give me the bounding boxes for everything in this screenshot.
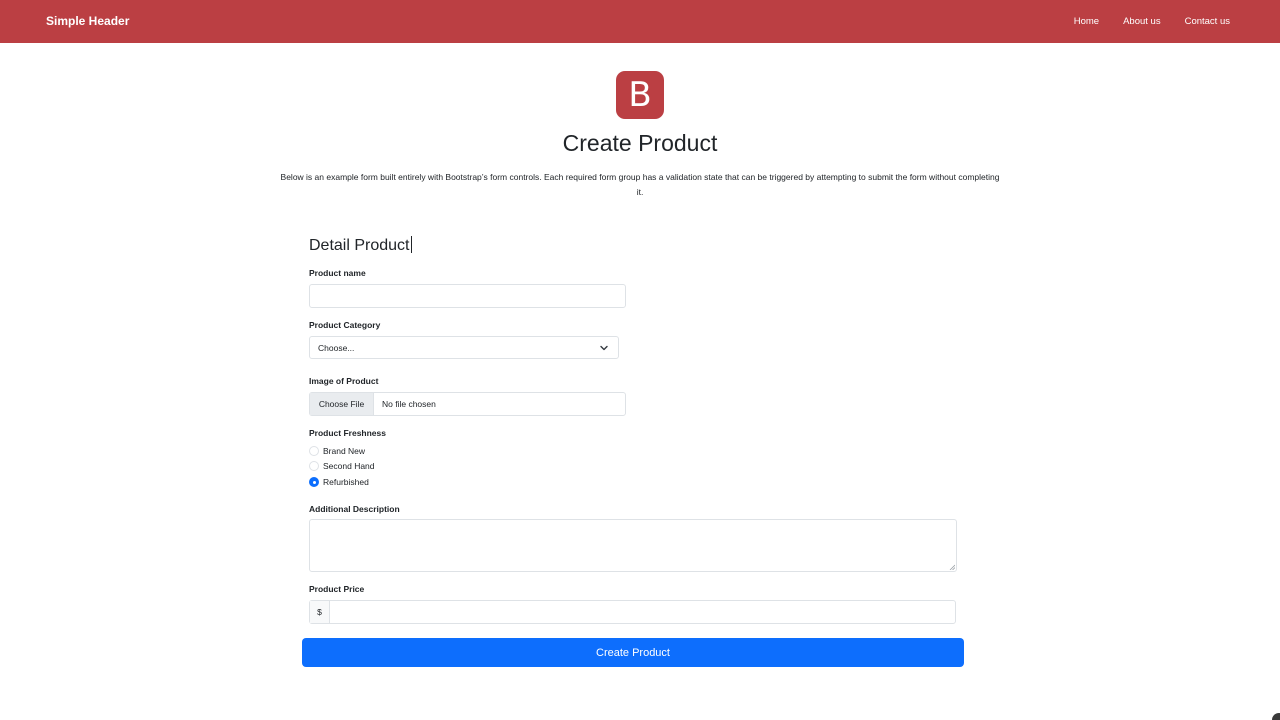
radio-button[interactable] xyxy=(309,461,319,471)
product-name-label: Product name xyxy=(309,268,366,278)
product-price-label: Product Price xyxy=(309,584,365,594)
nav-home-link[interactable]: Home xyxy=(1074,16,1099,27)
resize-grip-icon[interactable] xyxy=(949,564,955,570)
radio-label: Refurbished xyxy=(323,477,369,487)
radio-button[interactable] xyxy=(309,446,319,456)
nav-links: Home About us Contact us xyxy=(1074,16,1230,27)
radio-label: Brand New xyxy=(323,446,366,456)
navbar: Simple Header Home About us Contact us xyxy=(0,0,1280,43)
nav-contact-link[interactable]: Contact us xyxy=(1185,16,1230,27)
product-category-label: Product Category xyxy=(309,320,381,330)
create-product-button[interactable]: Create Product xyxy=(302,638,964,667)
bootstrap-logo-icon: B xyxy=(616,71,664,119)
page-description: Below is an example form built entirely … xyxy=(280,172,1000,197)
image-file-input[interactable]: Choose File No file chosen xyxy=(309,392,626,416)
section-title-text: Detail Product xyxy=(309,237,410,254)
radio-refurbished[interactable]: Refurbished xyxy=(309,477,369,487)
radio-second-hand[interactable]: Second Hand xyxy=(309,461,375,471)
file-status: No file chosen xyxy=(382,399,436,409)
product-category-selected: Choose... xyxy=(318,343,355,353)
section-title: Detail Product xyxy=(309,236,412,255)
product-category-select[interactable]: Choose... xyxy=(309,336,619,359)
radio-button-checked[interactable] xyxy=(309,477,319,487)
text-cursor xyxy=(410,236,412,253)
choose-file-button[interactable]: Choose File xyxy=(310,393,374,415)
floating-widget-icon[interactable] xyxy=(1272,713,1280,720)
product-name-input[interactable] xyxy=(309,284,626,308)
nav-about-link[interactable]: About us xyxy=(1123,16,1161,27)
currency-prefix: $ xyxy=(310,601,330,623)
price-input-group: $ xyxy=(309,600,956,624)
chevron-down-icon xyxy=(600,345,608,351)
description-label: Additional Description xyxy=(309,504,400,514)
page-title: Create Product xyxy=(562,130,718,156)
logo-letter: B xyxy=(628,75,652,115)
product-freshness-label: Product Freshness xyxy=(309,428,386,438)
product-price-input[interactable] xyxy=(331,601,955,623)
image-label: Image of Product xyxy=(309,376,379,386)
brand-link[interactable]: Simple Header xyxy=(46,14,129,28)
description-textarea[interactable] xyxy=(309,519,957,572)
radio-brand-new[interactable]: Brand New xyxy=(309,446,365,456)
radio-label: Second Hand xyxy=(323,461,375,471)
